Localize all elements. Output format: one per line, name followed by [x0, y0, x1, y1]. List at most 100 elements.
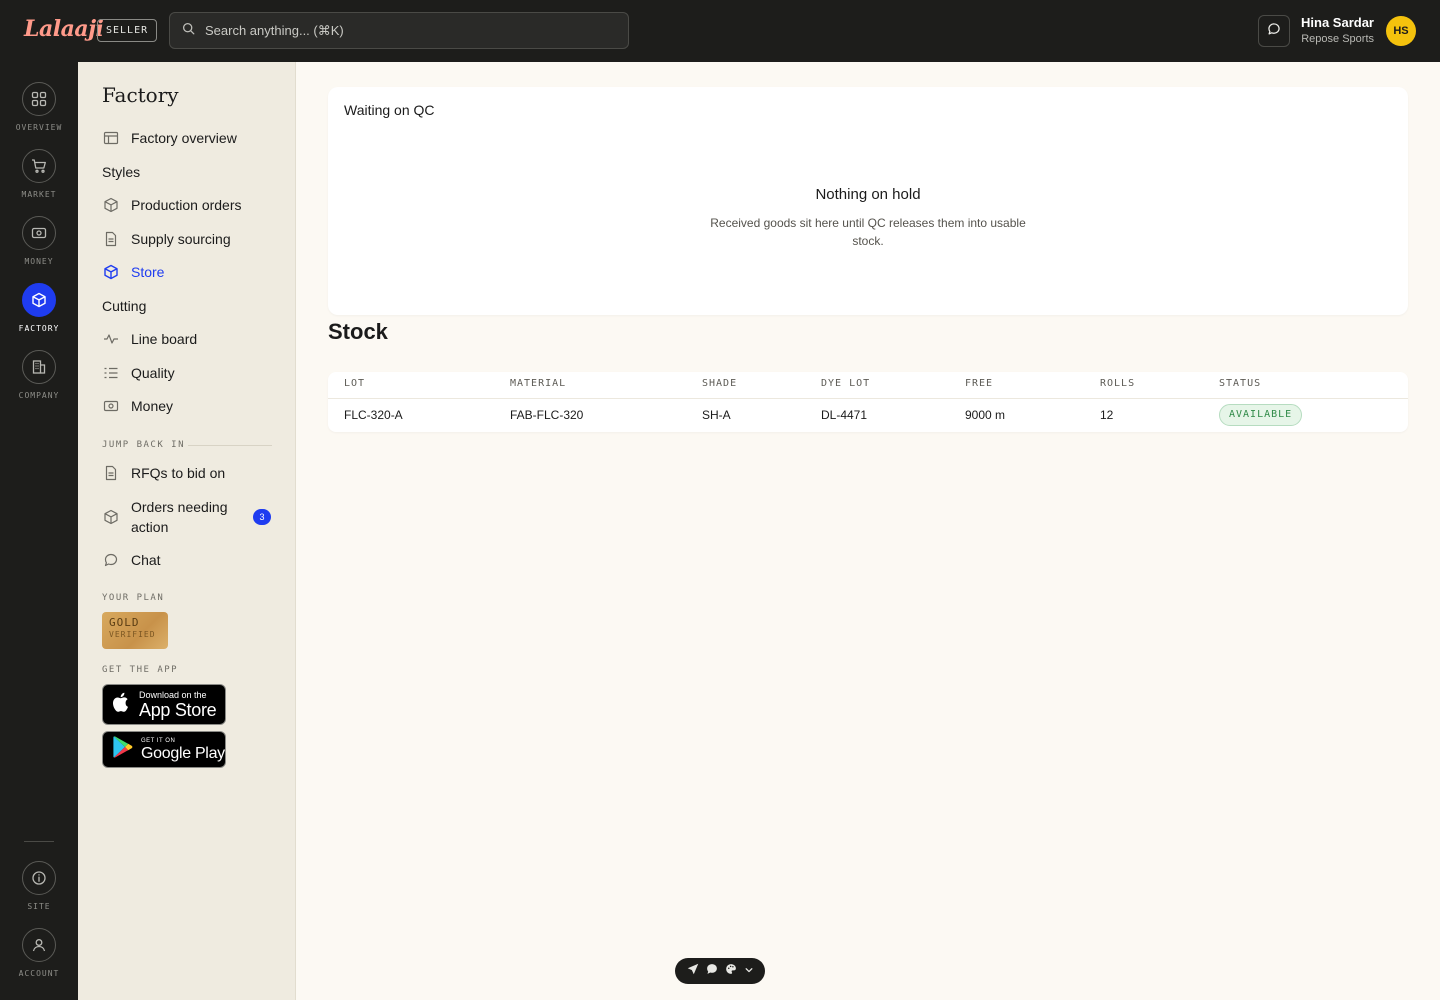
cell-rolls: 12: [1100, 408, 1114, 422]
app-store-button[interactable]: Download on the App Store: [102, 684, 226, 725]
activity-icon: [102, 330, 119, 347]
nav-label: RFQs to bid on: [131, 464, 226, 481]
section-divider: [188, 445, 272, 446]
column-header-rolls[interactable]: ROLLS: [1100, 378, 1135, 389]
get-the-app-heading: GET THE APP: [102, 665, 179, 675]
box-icon: [102, 509, 119, 526]
app-rail: OVERVIEW MARKET MONEY FACTORY COMPANY SI…: [0, 62, 78, 1000]
banknote-icon: [22, 216, 56, 250]
rail-item-money[interactable]: MONEY: [0, 216, 78, 266]
cell-free: 9000 m: [965, 408, 1006, 422]
cell-lot: FLC-320-A: [344, 408, 403, 422]
google-play-icon: [112, 735, 134, 764]
nav-orders-needing-action[interactable]: Orders needing action: [102, 497, 228, 537]
box-icon: [102, 196, 119, 213]
rail-label: MONEY: [24, 257, 54, 266]
column-header-free[interactable]: FREE: [965, 378, 993, 389]
cell-material: FAB-FLC-320: [510, 408, 584, 422]
google-play-small-text: GET IT ON: [141, 737, 176, 744]
nav-label: Orders needing action: [131, 497, 228, 537]
nav-label-line: action: [131, 519, 169, 535]
column-header-status[interactable]: STATUS: [1219, 378, 1261, 389]
messages-button[interactable]: [1258, 15, 1290, 47]
layout-icon: [102, 129, 119, 146]
table-divider: [328, 398, 1408, 399]
cell-shade: SH-A: [702, 408, 731, 422]
rail-label: OVERVIEW: [15, 123, 63, 132]
search-input[interactable]: [205, 23, 605, 38]
google-play-text: GET IT ON Google Play: [141, 737, 225, 763]
waiting-on-qc-card: Waiting on QC Nothing on hold Received g…: [328, 87, 1408, 315]
nav-money[interactable]: Money: [102, 397, 173, 414]
avatar[interactable]: HS: [1386, 16, 1416, 46]
section-styles[interactable]: Styles: [102, 164, 140, 180]
nav-rfqs[interactable]: RFQs to bid on: [102, 464, 225, 481]
google-play-big-text: Google Play: [141, 744, 225, 762]
nav-label: Factory overview: [131, 129, 237, 146]
stock-table: LOT MATERIAL SHADE DYE LOT FREE ROLLS ST…: [328, 372, 1408, 432]
plan-tier: GOLD: [109, 616, 140, 629]
rail-label: ACCOUNT: [18, 969, 60, 978]
search-box[interactable]: [169, 12, 629, 49]
column-header-lot[interactable]: LOT: [344, 378, 365, 389]
sidenav-title: Factory: [102, 83, 179, 107]
empty-state-title: Nothing on hold: [815, 186, 921, 203]
plan-note: VERIFIED: [109, 630, 156, 639]
user-company: Repose Sports: [1301, 33, 1374, 45]
nav-label: Production orders: [131, 196, 242, 213]
nav-label: Money: [131, 397, 174, 414]
brand-logo[interactable]: Lalaaji: [24, 16, 104, 42]
nav-quality[interactable]: Quality: [102, 364, 175, 381]
nav-line-board[interactable]: Line board: [102, 330, 197, 347]
document-icon: [102, 464, 119, 481]
nav-label: Store: [131, 263, 165, 280]
grid-icon: [22, 82, 56, 116]
rail-item-company[interactable]: COMPANY: [0, 350, 78, 400]
user-name[interactable]: Hina Sardar: [1301, 15, 1374, 30]
chat-bubble-icon: [102, 551, 119, 568]
app-store-text: Download on the App Store: [139, 689, 217, 720]
building-icon: [22, 350, 56, 384]
rail-item-factory[interactable]: FACTORY: [0, 283, 78, 333]
nav-store[interactable]: Store: [102, 263, 164, 280]
rail-divider: [24, 841, 54, 842]
send-icon[interactable]: [687, 962, 699, 980]
chevron-down-icon[interactable]: [744, 962, 754, 980]
status-badge: AVAILABLE: [1219, 404, 1303, 426]
search-icon: [182, 22, 195, 40]
palette-icon[interactable]: [725, 962, 737, 980]
app-store-big-text: App Store: [139, 699, 217, 720]
nav-chat[interactable]: Chat: [102, 551, 161, 568]
empty-state-description: Received goods sit here until QC release…: [710, 216, 1026, 248]
nav-label: Supply sourcing: [131, 230, 231, 247]
rail-item-market[interactable]: MARKET: [0, 149, 78, 199]
nav-factory-overview[interactable]: Factory overview: [102, 129, 237, 146]
column-header-dye-lot[interactable]: DYE LOT: [821, 378, 870, 389]
jump-back-in-heading: JUMP BACK IN: [102, 440, 186, 450]
apple-icon: [112, 691, 132, 718]
cart-icon: [22, 149, 56, 183]
cell-dye-lot: DL-4471: [821, 408, 868, 422]
checklist-icon: [102, 364, 119, 381]
comment-icon[interactable]: [706, 962, 718, 980]
google-play-button[interactable]: GET IT ON Google Play: [102, 731, 226, 768]
document-icon: [102, 230, 119, 247]
app-store-small-text: Download on the: [139, 689, 207, 700]
rail-label: MARKET: [21, 190, 57, 199]
column-header-material[interactable]: MATERIAL: [510, 378, 566, 389]
rail-label: SITE: [27, 902, 51, 911]
rail-item-site[interactable]: SITE: [0, 861, 78, 911]
nav-supply-sourcing[interactable]: Supply sourcing: [102, 230, 231, 247]
column-header-shade[interactable]: SHADE: [702, 378, 737, 389]
rail-item-account[interactable]: ACCOUNT: [0, 928, 78, 978]
top-bar: Lalaaji SELLER Hina Sardar Repose Sports…: [0, 0, 1440, 62]
section-cutting[interactable]: Cutting: [102, 298, 146, 314]
nav-production-orders[interactable]: Production orders: [102, 196, 242, 213]
plan-badge[interactable]: GOLD VERIFIED: [102, 612, 168, 649]
floating-toolbar: [675, 958, 765, 984]
rail-item-overview[interactable]: OVERVIEW: [0, 82, 78, 132]
nav-label: Quality: [131, 364, 175, 381]
rail-label: COMPANY: [18, 391, 60, 400]
nav-label: Chat: [131, 551, 161, 568]
seller-badge: SELLER: [97, 19, 158, 42]
